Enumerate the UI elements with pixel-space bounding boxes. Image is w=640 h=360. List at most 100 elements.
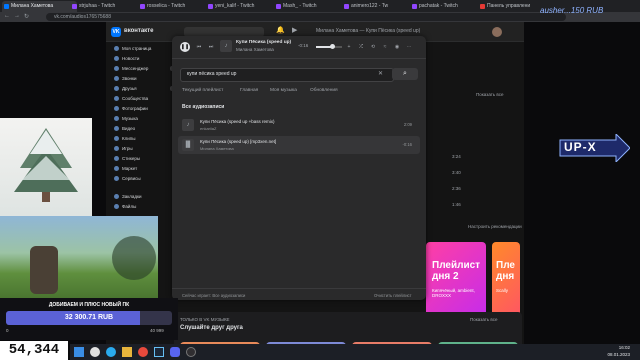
add-icon[interactable]: +	[344, 42, 354, 52]
shuffle-icon[interactable]: ⤮	[356, 42, 366, 52]
stream-overlay-title: ausher...150 RUB	[540, 6, 604, 15]
vk-brand[interactable]: вконтакте	[124, 28, 153, 34]
forward-icon[interactable]: →	[14, 13, 20, 19]
audio-search-input[interactable]: купи пёсика speed up	[180, 68, 394, 82]
pause-icon[interactable]: ❚❚	[180, 42, 190, 52]
tab-favicon-icon	[480, 4, 485, 9]
promo-title: Плейлист дня 2	[432, 260, 481, 282]
tab-my-music[interactable]: Моя музыка	[270, 88, 297, 93]
sidebar-item-label: Сервисы	[122, 176, 141, 181]
browser-tab[interactable]: yeni_kalif - Twitch	[206, 1, 281, 12]
show-all-link[interactable]: Показать все	[470, 317, 497, 322]
donation-title: ДОБИВАЕМ И ПЛЮС НОВЫЙ ПК	[48, 302, 130, 308]
audio-search-popup: ❚❚ ⏮ ⏭ ♪ Купи Пёсика (speed up) Милана Х…	[172, 36, 426, 300]
steam-icon[interactable]	[154, 347, 164, 357]
sidebar-item-icon	[114, 166, 119, 171]
clear-playlist-link[interactable]: Очистить плейлист	[374, 293, 412, 298]
viewer-count: 54,344	[0, 341, 68, 360]
sidebar-item-label: Маркет	[122, 166, 138, 171]
sidebar-item-label: Сообщества	[122, 96, 149, 101]
bell-icon[interactable]: 🔔	[276, 26, 285, 34]
sidebar-item-label: Новости	[122, 56, 140, 61]
browser-tab-label: strjuhaa - Twitch	[79, 3, 116, 9]
game-stream-overlay	[0, 216, 158, 298]
bg-duration: 1:46	[452, 202, 461, 207]
similar-icon[interactable]: ≈	[380, 42, 390, 52]
obs-icon[interactable]	[186, 347, 196, 357]
next-icon[interactable]: ⏭	[206, 42, 216, 52]
prev-icon[interactable]: ⏮	[194, 42, 204, 52]
windows-start-icon[interactable]	[74, 347, 84, 357]
broadcast-icon[interactable]: ◉	[392, 42, 402, 52]
tab-favicon-icon	[412, 4, 417, 9]
browser-tab[interactable]: strjuhaa - Twitch	[70, 1, 145, 12]
sidebar-item-icon	[114, 116, 119, 121]
promo-title: Пле дня	[496, 260, 515, 282]
promo-sub: Кипячёный, ambient, DROXXX	[432, 288, 475, 298]
telegram-icon[interactable]	[106, 347, 116, 357]
promo-sub: Scally	[496, 288, 509, 293]
track-duration: -0:16	[402, 142, 412, 147]
track-title[interactable]: Купи Пёсика (speed up) [mp3xen.net]	[200, 139, 276, 144]
avatar[interactable]	[492, 27, 502, 37]
browser-tab-label: Mash_ - Twitch	[283, 3, 317, 9]
sidebar-item-icon	[114, 66, 119, 71]
browser-tab[interactable]: pachatak - Twitch	[410, 1, 485, 12]
tab-favicon-icon	[72, 4, 77, 9]
browser-tab-label: pachatak - Twitch	[419, 3, 458, 9]
clock-time[interactable]: 16:02	[590, 345, 630, 350]
browser-tab-label: Панель управлени	[487, 3, 531, 9]
track-row-playing[interactable]: ▐▌ Купи Пёсика (speed up) [mp3xen.net] М…	[178, 136, 420, 154]
browser-tab[interactable]: animero122 - Tw	[342, 1, 417, 12]
track-artist[interactable]: enkariiaZ	[200, 126, 216, 131]
search-button[interactable]: ⌕	[392, 68, 418, 80]
header-now-playing[interactable]: Милана Хаметова — Купи Пёсика (speed up)	[316, 28, 420, 34]
back-icon[interactable]: ←	[4, 13, 10, 19]
repeat-icon[interactable]: ⟲	[368, 42, 378, 52]
popup-footer: Сейчас играет: Все аудиозаписи Очистить …	[172, 288, 426, 301]
tab-main[interactable]: Главная	[240, 88, 258, 93]
listen-friends-title: Слушайте друг друга	[180, 325, 243, 331]
vk-logo-icon[interactable]: VK	[111, 27, 121, 37]
header-play-icon[interactable]: ▶	[292, 26, 297, 34]
player-track-title[interactable]: Купи Пёсика (speed up)	[236, 40, 291, 45]
sidebar-item-icon	[114, 136, 119, 141]
track-artist[interactable]: Милана Хаметова	[200, 146, 234, 151]
sidebar-item-label: Моя страница	[122, 46, 152, 51]
donation-start: 0	[6, 328, 9, 333]
track-row[interactable]: ♪ Купи Пёсика (speed up +bass remix) enk…	[178, 116, 420, 134]
folder-icon[interactable]	[122, 347, 132, 357]
reload-icon[interactable]: ↻	[24, 13, 29, 20]
sidebar-item-label: Звонки	[122, 76, 137, 81]
donation-goal-widget: ДОБИВАЕМ И ПЛЮС НОВЫЙ ПК 32 300.71 RUB 0…	[0, 298, 178, 340]
sidebar-item-icon	[114, 194, 119, 199]
donation-progress-bar: 32 300.71 RUB	[6, 311, 172, 325]
discord-icon[interactable]	[170, 347, 180, 357]
sidebar-item-label: Клипы	[122, 136, 136, 141]
chrome-icon[interactable]	[138, 347, 148, 357]
now-playing-source[interactable]: Сейчас играет: Все аудиозаписи	[182, 293, 245, 298]
show-all-link[interactable]: Показать все	[476, 92, 503, 97]
sidebar-item-label: Музыка	[122, 116, 138, 121]
track-title[interactable]: Купи Пёсика (speed up +bass remix)	[200, 119, 275, 124]
recommend-settings-link[interactable]: Настроить рекомендации	[468, 224, 522, 229]
browser-tab[interactable]: Mash_ - Twitch	[274, 1, 349, 12]
minimap	[112, 236, 156, 280]
search-icon[interactable]	[90, 347, 100, 357]
tab-favicon-icon	[344, 4, 349, 9]
more-icon[interactable]: ⋯	[404, 42, 414, 52]
player-track-artist[interactable]: Милана Хаметова	[236, 47, 274, 52]
clear-search-icon[interactable]: ✕	[378, 70, 383, 77]
url-field[interactable]: vk.com/audios176575688	[46, 13, 566, 21]
upx-logo: UP-X	[558, 132, 631, 164]
tab-current-playlist[interactable]: Текущий плейлист	[182, 88, 223, 93]
browser-tab-label: animero122 - Tw	[351, 3, 389, 9]
clock-date[interactable]: 08.01.2023	[590, 352, 630, 357]
browser-tab-label: rosselica - Twitch	[147, 3, 186, 9]
browser-tab[interactable]: rosselica - Twitch	[138, 1, 213, 12]
track-duration: 2:09	[403, 122, 412, 127]
volume-slider[interactable]	[316, 44, 342, 49]
tab-updates[interactable]: Обновления	[310, 88, 338, 93]
sidebar-item-label: Файлы	[122, 204, 137, 209]
browser-tab[interactable]: Милана Хаметова	[2, 1, 77, 12]
